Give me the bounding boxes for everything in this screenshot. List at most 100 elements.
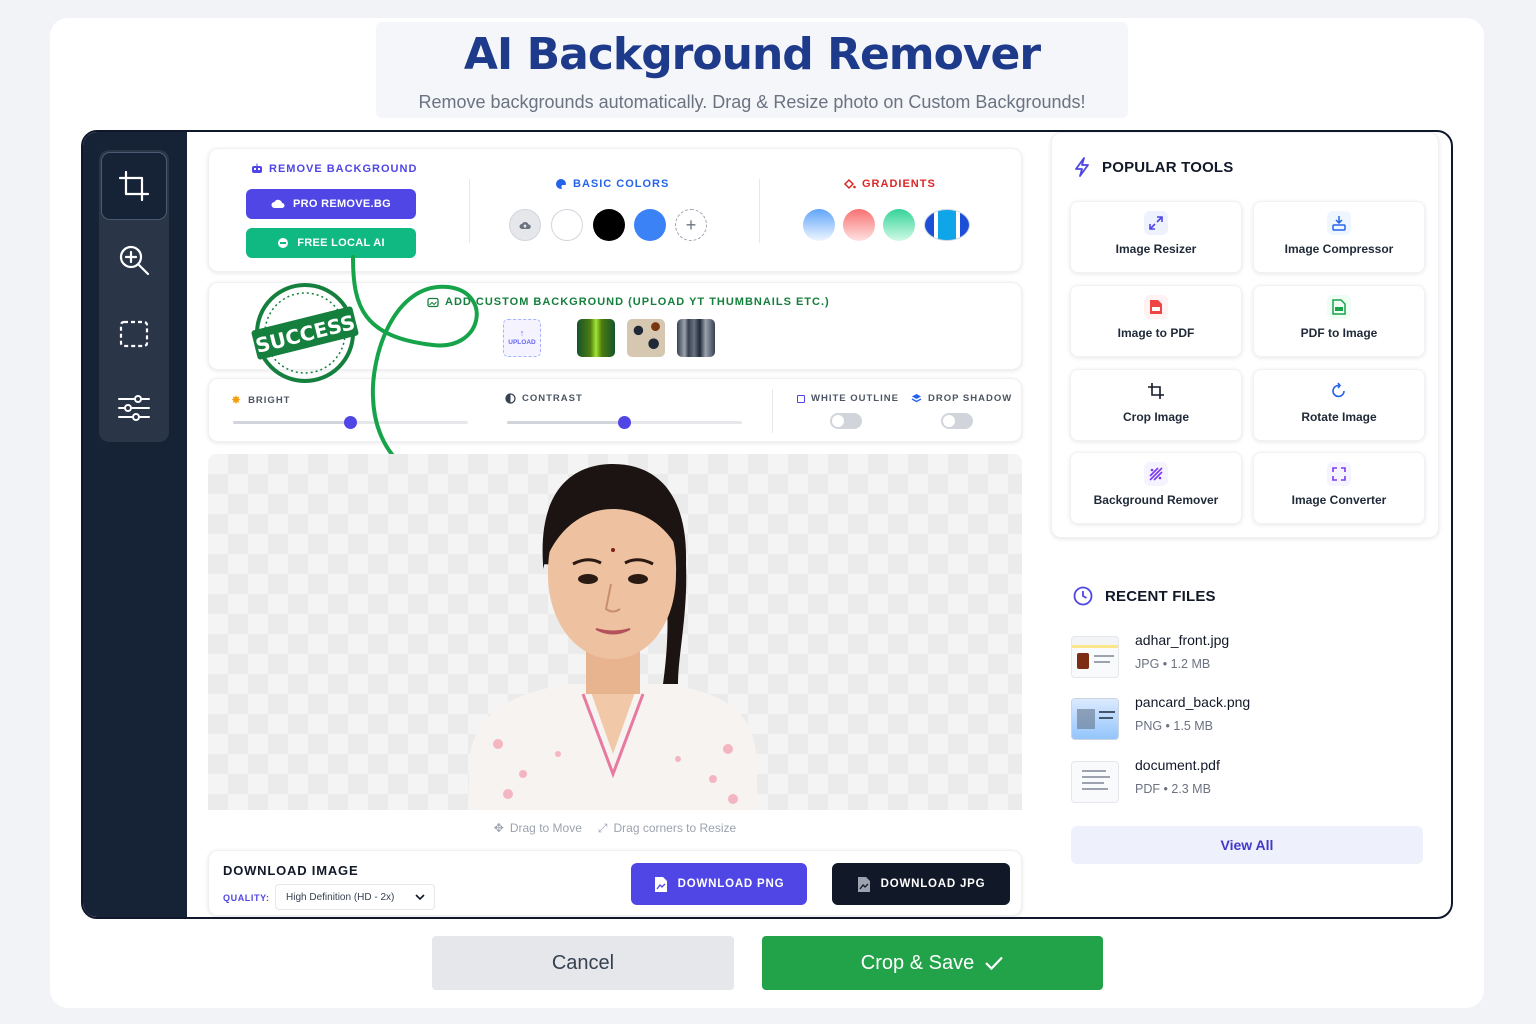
file-thumbnail [1071, 698, 1119, 740]
chevron-down-icon [415, 894, 425, 901]
white-outline-label: WHITE OUTLINE [797, 393, 899, 404]
robot-icon [252, 163, 262, 173]
clock-icon [1073, 586, 1093, 606]
background-thumb-pattern[interactable] [627, 319, 665, 357]
quality-select[interactable]: High Definition (HD - 2x) [275, 884, 435, 910]
swatch-black[interactable] [593, 209, 625, 241]
drop-shadow-label: DROP SHADOW [911, 393, 1012, 404]
adjust-tool-button[interactable] [101, 374, 167, 442]
crop-icon [118, 170, 150, 202]
sliders-icon [118, 395, 150, 421]
square-icon [797, 394, 805, 403]
view-all-button[interactable]: View All [1071, 826, 1423, 864]
recent-file-item[interactable]: adhar_front.jpg JPG • 1.2 MB [1071, 632, 1431, 682]
divider [469, 179, 470, 243]
resize-hint: ⤢ Drag corners to Resize [597, 820, 737, 836]
tool-background-remover[interactable]: Background Remover [1070, 452, 1242, 524]
crop-tool-button[interactable] [101, 152, 167, 220]
page-subtitle: Remove backgrounds automatically. Drag &… [418, 92, 1086, 112]
palette-icon [556, 179, 566, 189]
paint-bucket-icon [843, 178, 856, 190]
free-local-ai-button[interactable]: FREE LOCAL AI [246, 228, 416, 258]
move-hint: ✥ Drag to Move [493, 821, 582, 835]
download-jpg-button[interactable]: DOWNLOAD JPG [832, 863, 1010, 905]
curved-arrow [351, 255, 485, 487]
zoom-in-icon [119, 245, 150, 276]
check-icon [985, 956, 1003, 971]
cloud-icon [271, 199, 285, 208]
remove-background-label: REMOVE BACKGROUND [251, 163, 417, 175]
divider [772, 389, 773, 433]
marquee-select-icon [119, 320, 149, 348]
upload-cloud-icon [519, 222, 531, 229]
download-panel: DOWNLOAD IMAGE QUALITY: High Definition … [208, 850, 1022, 916]
tool-image-resizer[interactable]: Image Resizer [1070, 201, 1242, 273]
tool-sidebar [83, 132, 187, 917]
tool-image-converter[interactable]: Image Converter [1253, 452, 1425, 524]
plus-icon: + [685, 214, 697, 235]
recent-file-item[interactable]: pancard_back.png PNG • 1.5 MB [1071, 694, 1431, 744]
tool-pdf-to-image[interactable]: PDF to Image [1253, 285, 1425, 357]
swatch-blue[interactable] [634, 209, 666, 241]
basic-colors-label: BASIC COLORS [555, 178, 669, 190]
image-canvas[interactable] [208, 454, 1022, 810]
popular-tools-title: POPULAR TOOLS [1074, 157, 1234, 177]
rotate-icon [1327, 379, 1351, 403]
resize-icon: ⤢ [597, 820, 608, 835]
expand-arrows-icon [1144, 211, 1168, 235]
select-tool-button[interactable] [101, 300, 167, 368]
background-thumb-waterfall[interactable] [677, 319, 715, 357]
gradient-striped[interactable] [924, 209, 970, 241]
swatch-white[interactable] [551, 209, 583, 241]
crop-icon [1144, 379, 1168, 403]
subject-image[interactable] [208, 454, 1022, 810]
canvas-hints: ✥ Drag to Move ⤢ Drag corners to Resize [208, 810, 1022, 846]
tool-group [99, 150, 169, 442]
sun-icon: ✸ [231, 393, 243, 407]
file-image-icon [654, 876, 667, 892]
pdf-file-icon [1144, 295, 1168, 319]
page-header: AI Background Remover Remove backgrounds… [376, 22, 1128, 118]
contrast-slider-handle[interactable] [618, 416, 631, 429]
file-image-icon [857, 876, 870, 892]
file-thumbnail [1071, 761, 1119, 803]
chip-icon [278, 238, 289, 248]
background-thumb-forest[interactable] [577, 319, 615, 357]
tool-crop-image[interactable]: Crop Image [1070, 369, 1242, 441]
tool-rotate-image[interactable]: Rotate Image [1253, 369, 1425, 441]
convert-icon [1327, 462, 1351, 486]
tool-image-compressor[interactable]: Image Compressor [1253, 201, 1425, 273]
gradients-label: GRADIENTS [843, 178, 936, 190]
compress-icon [1327, 211, 1351, 235]
app-window: REMOVE BACKGROUND PRO REMOVE.BG FREE LOC… [81, 130, 1453, 919]
background-controls-panel: REMOVE BACKGROUND PRO REMOVE.BG FREE LOC… [208, 148, 1022, 272]
magic-wand-icon [1144, 462, 1168, 486]
download-title: DOWNLOAD IMAGE [223, 863, 359, 878]
add-color-button[interactable]: + [675, 209, 707, 241]
zoom-tool-button[interactable] [101, 226, 167, 294]
popular-tools-panel: POPULAR TOOLS Image Resizer Image Compre… [1051, 132, 1439, 538]
gradient-blue[interactable] [803, 209, 835, 241]
cancel-button[interactable]: Cancel [432, 936, 734, 990]
move-icon: ✥ [493, 821, 504, 835]
crop-save-button[interactable]: Crop & Save [762, 936, 1103, 990]
recent-file-item[interactable]: document.pdf PDF • 2.3 MB [1071, 757, 1431, 807]
pro-remove-bg-button[interactable]: PRO REMOVE.BG [246, 189, 416, 219]
gradient-red[interactable] [843, 209, 875, 241]
gradient-green[interactable] [883, 209, 915, 241]
file-thumbnail [1071, 636, 1119, 678]
tool-image-to-pdf[interactable]: Image to PDF [1070, 285, 1242, 357]
quality-label: QUALITY: [223, 893, 270, 903]
swatch-transparent[interactable] [509, 209, 541, 241]
recent-files-title: RECENT FILES [1073, 586, 1216, 606]
right-panel: POPULAR TOOLS Image Resizer Image Compre… [1051, 132, 1451, 917]
image-file-icon [1327, 295, 1351, 319]
lightning-icon [1075, 157, 1089, 177]
download-png-button[interactable]: DOWNLOAD PNG [631, 863, 807, 905]
page-title: AI Background Remover [463, 29, 1041, 80]
white-outline-toggle[interactable] [830, 413, 862, 429]
divider [759, 179, 760, 243]
success-stamp: SUCCESS [251, 283, 359, 383]
drop-shadow-toggle[interactable] [941, 413, 973, 429]
layers-icon [911, 394, 922, 403]
